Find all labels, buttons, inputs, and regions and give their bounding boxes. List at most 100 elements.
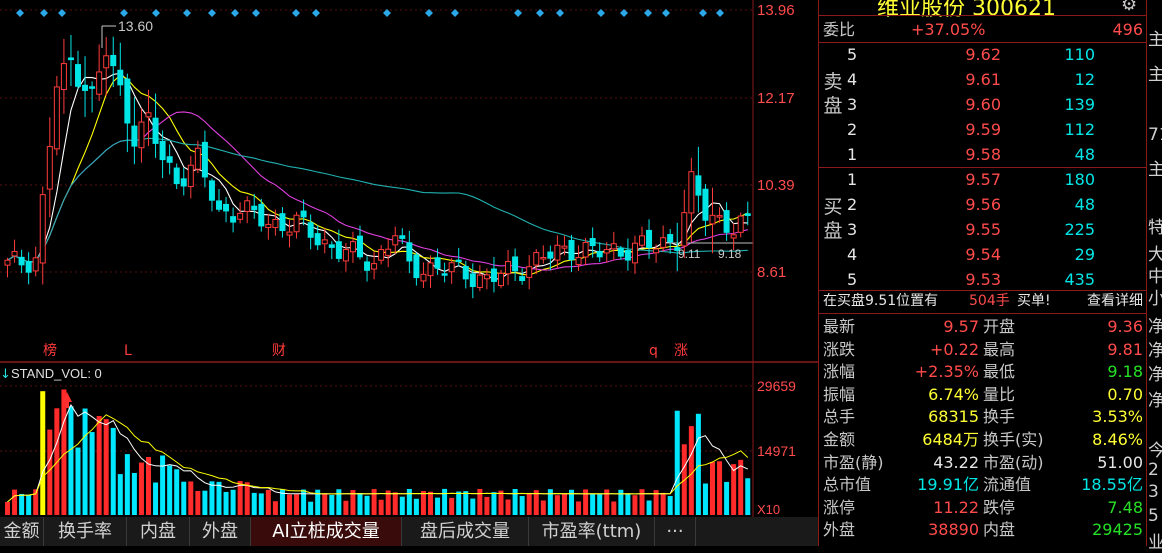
- tab-pe-ttm[interactable]: 市盈率(ttm): [529, 517, 655, 546]
- volume-bar[interactable]: [512, 489, 518, 515]
- candle-body[interactable]: [406, 242, 413, 262]
- volume-bar[interactable]: [449, 497, 455, 515]
- volume-bar[interactable]: [230, 489, 236, 515]
- volume-bar[interactable]: [117, 474, 123, 515]
- candle-body[interactable]: [575, 257, 582, 265]
- volume-bar[interactable]: [674, 410, 680, 515]
- volume-bar[interactable]: [96, 416, 102, 515]
- candle-body[interactable]: [300, 210, 307, 218]
- volume-bar[interactable]: [371, 489, 377, 515]
- volume-bar[interactable]: [632, 495, 638, 515]
- candle-body[interactable]: [723, 210, 730, 233]
- volume-bar[interactable]: [357, 493, 363, 515]
- volume-bar[interactable]: [498, 490, 504, 515]
- event-marker-l[interactable]: L: [124, 343, 132, 359]
- volume-bar[interactable]: [336, 489, 342, 515]
- volume-bar[interactable]: [378, 499, 384, 515]
- candle-body[interactable]: [709, 214, 716, 225]
- candle-body[interactable]: [498, 272, 504, 287]
- volume-bar[interactable]: [639, 489, 645, 515]
- candle-body[interactable]: [4, 259, 11, 266]
- volume-bar[interactable]: [294, 494, 300, 515]
- candle-body[interactable]: [695, 175, 702, 196]
- volume-bars[interactable]: [5, 389, 751, 515]
- tab-outer-volume[interactable]: 外盘: [190, 517, 251, 546]
- volume-bar[interactable]: [435, 497, 441, 515]
- volume-bar[interactable]: [667, 496, 673, 515]
- candle-body[interactable]: [469, 273, 476, 288]
- volume-bar[interactable]: [477, 488, 483, 515]
- kline-chart-area[interactable]: 13.96 12.17 10.39 8.61 13.60 9.11 9.18 榜…: [0, 0, 818, 546]
- tab-ai-volume[interactable]: AI立桩成交量: [251, 517, 402, 546]
- event-marker-rank[interactable]: 榜: [43, 342, 57, 359]
- volume-bar[interactable]: [625, 493, 631, 515]
- volume-bar[interactable]: [251, 492, 257, 515]
- volume-bar[interactable]: [308, 501, 314, 515]
- candle-body[interactable]: [166, 156, 173, 163]
- volume-bar[interactable]: [131, 472, 137, 515]
- volume-bar[interactable]: [160, 455, 166, 515]
- volume-bar[interactable]: [223, 491, 229, 515]
- candle-body[interactable]: [96, 71, 103, 95]
- volume-bar[interactable]: [688, 426, 694, 515]
- volume-bar[interactable]: [561, 493, 567, 515]
- volume-bar[interactable]: [646, 500, 652, 515]
- candle-body[interactable]: [646, 229, 653, 248]
- volume-bar[interactable]: [428, 491, 433, 515]
- volume-bar[interactable]: [19, 493, 25, 515]
- candle-body[interactable]: [448, 262, 455, 273]
- candle-body[interactable]: [152, 117, 159, 144]
- candle-body[interactable]: [223, 203, 230, 212]
- volume-bar[interactable]: [590, 494, 596, 515]
- candle-body[interactable]: [82, 84, 89, 91]
- candle-body[interactable]: [364, 261, 371, 271]
- candle-body[interactable]: [653, 248, 660, 254]
- volume-bar[interactable]: [216, 481, 222, 515]
- volume-bar[interactable]: [463, 491, 469, 515]
- candle-body[interactable]: [230, 216, 237, 223]
- candle-body[interactable]: [328, 244, 335, 248]
- candle-body[interactable]: [279, 213, 286, 232]
- candle-body[interactable]: [744, 213, 751, 216]
- volume-bar[interactable]: [89, 432, 95, 515]
- candle-body[interactable]: [131, 125, 138, 147]
- candle-body[interactable]: [46, 146, 53, 190]
- candle-body[interactable]: [194, 147, 201, 170]
- candle-body[interactable]: [624, 249, 631, 261]
- candle-body[interactable]: [18, 256, 25, 266]
- volume-bar[interactable]: [68, 406, 74, 515]
- candle-body[interactable]: [631, 242, 638, 264]
- candle-body[interactable]: [251, 205, 258, 211]
- tab-turnover[interactable]: 换手率: [44, 517, 127, 546]
- volume-bar[interactable]: [505, 499, 511, 515]
- volume-bar[interactable]: [519, 496, 525, 515]
- tab-inner-volume[interactable]: 内盘: [127, 517, 190, 546]
- volume-bar[interactable]: [364, 495, 370, 515]
- volume-bar[interactable]: [244, 482, 250, 515]
- candle-body[interactable]: [512, 256, 519, 272]
- volume-bar[interactable]: [209, 481, 215, 515]
- volume-bar[interactable]: [195, 490, 201, 515]
- volume-bar[interactable]: [265, 489, 271, 515]
- candle-body[interactable]: [244, 200, 251, 212]
- candle-body[interactable]: [420, 273, 427, 282]
- volume-bar[interactable]: [413, 498, 419, 515]
- volume-bar[interactable]: [138, 462, 144, 515]
- volume-bar[interactable]: [724, 481, 730, 515]
- candle-body[interactable]: [610, 243, 617, 250]
- tab-amount[interactable]: 金额: [0, 517, 44, 546]
- candle-body[interactable]: [589, 238, 596, 247]
- candle-body[interactable]: [138, 121, 145, 149]
- candle-body[interactable]: [603, 249, 610, 254]
- candle-body[interactable]: [462, 265, 469, 280]
- volume-bar[interactable]: [174, 469, 180, 515]
- big-order-notice[interactable]: 在买盘9.51位置有 504手 买单! 查看详细: [819, 289, 1147, 314]
- candle-body[interactable]: [505, 261, 512, 275]
- tab-after-hours-volume[interactable]: 盘后成交量: [402, 517, 529, 546]
- volume-bar[interactable]: [12, 489, 18, 515]
- candle-body[interactable]: [716, 215, 723, 218]
- volume-bar[interactable]: [597, 494, 603, 515]
- candle-body[interactable]: [434, 257, 441, 269]
- candle-body[interactable]: [476, 274, 483, 288]
- candle-body[interactable]: [702, 188, 709, 221]
